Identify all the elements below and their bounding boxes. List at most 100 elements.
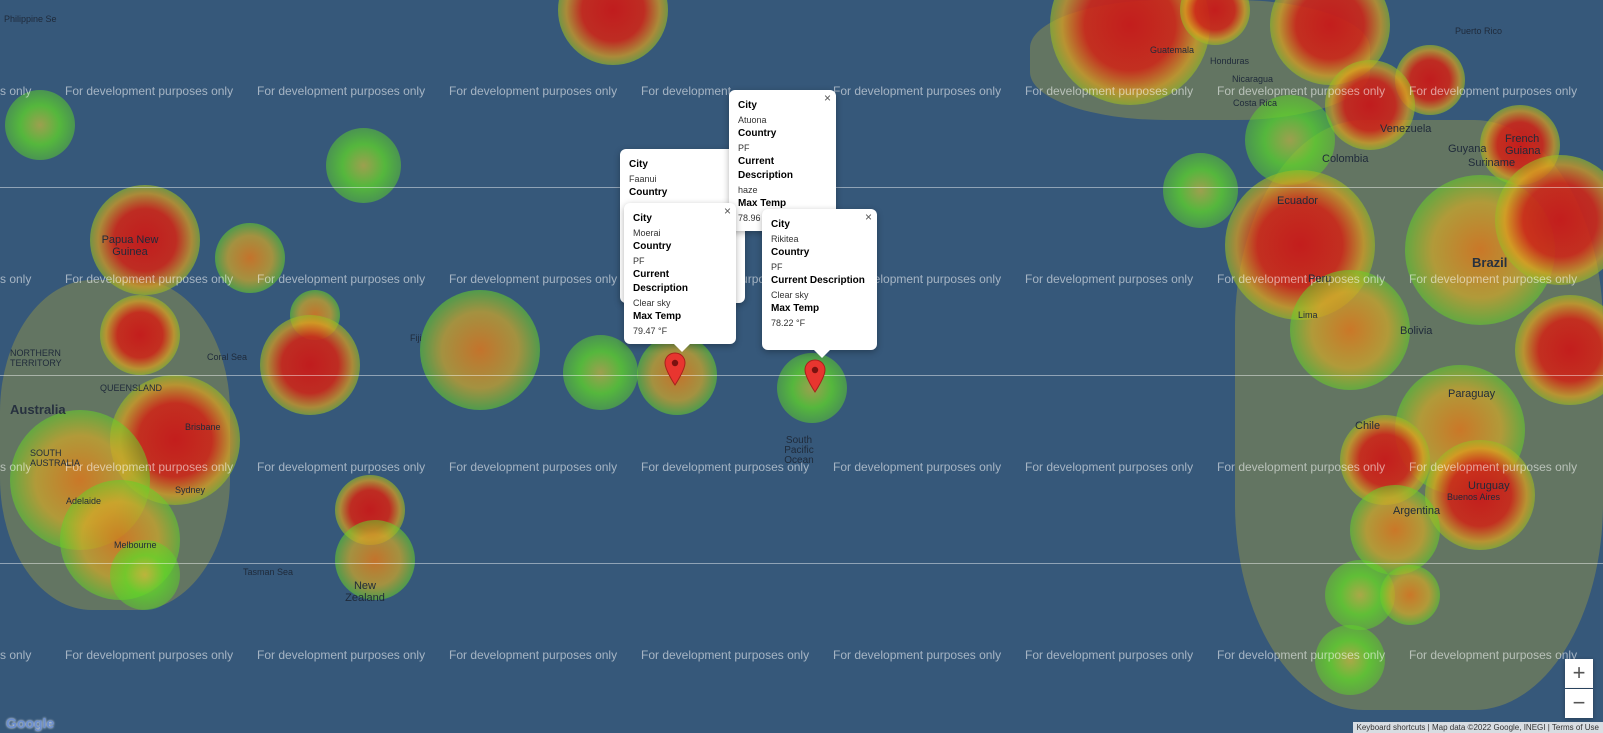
label-papua-new-guinea: Papua New Guinea <box>101 234 159 258</box>
marker-pin-rikitea[interactable] <box>803 359 827 393</box>
watermark-text: For development purposes only <box>1025 648 1194 662</box>
watermark-text: For development purposes only <box>65 460 234 474</box>
watermark-text: For development purposes only <box>1025 272 1194 286</box>
info-window-tail <box>674 344 691 352</box>
label-puerto-rico: Puerto Rico <box>1455 26 1503 36</box>
field-value: PF <box>633 256 645 266</box>
watermark-text: For development purposes only <box>833 460 1002 474</box>
watermark-text: For development purposes only <box>257 272 426 286</box>
watermark-text: For development purposes only <box>65 648 234 662</box>
label-tasman-sea: Tasman Sea <box>243 567 294 577</box>
label-costa-rica: Costa Rica <box>1233 98 1278 108</box>
label-ecuador: Ecuador <box>1277 195 1318 207</box>
google-logo[interactable]: Google <box>6 715 54 731</box>
label-sydney: Sydney <box>175 485 206 495</box>
label-buenos-aires: Buenos Aires <box>1447 492 1501 502</box>
field-label: Max Temp <box>771 303 820 314</box>
close-icon[interactable]: × <box>724 204 731 218</box>
watermark-text: For development purposes only <box>1217 272 1386 286</box>
field-label: Current Description <box>633 269 689 294</box>
label-brisbane: Brisbane <box>185 422 221 432</box>
field-label: Max Temp <box>633 311 682 322</box>
info-window-moerai[interactable]: × City Moerai Country PF Current Descrip… <box>624 203 736 352</box>
label-suriname: Suriname <box>1468 157 1516 169</box>
close-icon[interactable]: × <box>865 210 872 224</box>
watermark-text: For development purposes only <box>641 648 810 662</box>
watermark-text: For development purposes only <box>1409 648 1578 662</box>
watermark-text: For development purposes only <box>1409 460 1578 474</box>
graticule-line <box>0 375 1603 376</box>
watermark-text: For development purposes only <box>833 648 1002 662</box>
label-guyana: Guyana <box>1448 143 1487 155</box>
label-colombia: Colombia <box>1322 153 1369 165</box>
heat-blob <box>260 315 360 415</box>
label-new-zealand: New Zealand <box>345 580 385 604</box>
watermark-text: For development purposes only <box>1409 272 1578 286</box>
map-data-text: Map data ©2022 Google, INEGI <box>1431 723 1546 732</box>
watermark-text: For development purposes only <box>1217 460 1386 474</box>
label-fiji: Fiji <box>410 333 422 343</box>
info-window-rikitea[interactable]: × City Rikitea Country PF Current Descri… <box>762 209 877 358</box>
label-uruguay: Uruguay <box>1468 480 1510 492</box>
watermark-text: For development purposes only <box>449 272 618 286</box>
label-coral-sea: Coral Sea <box>207 352 248 362</box>
heat-blob <box>562 334 638 410</box>
field-value: haze <box>738 185 758 195</box>
field-value: Moerai <box>633 228 661 238</box>
marker-pin-moerai[interactable] <box>663 352 687 386</box>
field-value: Faanui <box>629 174 657 184</box>
watermark-text: s only <box>0 84 32 98</box>
label-nicaragua: Nicaragua <box>1232 74 1274 84</box>
zoom-in-button[interactable]: + <box>1565 659 1593 688</box>
field-label: City <box>633 213 652 224</box>
label-peru: Peru <box>1308 273 1332 285</box>
watermark-text: For development purposes only <box>449 84 618 98</box>
map-canvas[interactable]: s only For development purposes only For d… <box>0 0 1603 733</box>
heat-blob <box>1162 152 1238 228</box>
field-label: City <box>629 159 648 170</box>
label-chile: Chile <box>1355 420 1381 432</box>
watermark-text: For development purposes only <box>449 460 618 474</box>
watermark-text: For development purposes only <box>65 84 234 98</box>
label-south-australia: SOUTH AUSTRALIA <box>30 448 81 468</box>
heat-blob <box>1380 565 1440 625</box>
field-value: Clear sky <box>633 298 671 308</box>
field-value: 79.47 °F <box>633 326 668 336</box>
heat-blob <box>110 540 180 610</box>
info-window-tail <box>813 350 830 358</box>
watermark-text: s only <box>0 272 32 286</box>
field-label: Current Description <box>771 275 865 286</box>
attribution-bar: Keyboard shortcuts | Map data ©2022 Goog… <box>1352 722 1603 733</box>
label-south-pacific-ocean: South Pacific Ocean <box>784 435 814 466</box>
heat-blob <box>558 0 668 65</box>
watermark-text: For development purposes only <box>257 460 426 474</box>
watermark-text: For development purposes only <box>833 84 1002 98</box>
watermark-text: For development purposes only <box>1217 84 1386 98</box>
heat-blob <box>325 127 401 203</box>
heat-blob <box>100 295 180 375</box>
watermark-text: For development purposes only <box>1409 84 1578 98</box>
field-value: Rikitea <box>771 234 799 244</box>
watermark-text: For development purposes only <box>65 272 234 286</box>
label-brazil: Brazil <box>1472 255 1508 270</box>
label-adelaide: Adelaide <box>66 496 102 506</box>
field-label: Current Description <box>738 156 794 181</box>
heat-blob <box>420 290 540 410</box>
watermark-text: For development purposes only <box>257 648 426 662</box>
terms-link[interactable]: Terms of Use <box>1552 723 1599 732</box>
watermark-row: s only For development purposes only For d… <box>0 648 1603 666</box>
label-french-guiana: French Guiana <box>1505 133 1541 157</box>
label-honduras: Honduras <box>1210 56 1250 66</box>
watermark-text: s only <box>0 460 32 474</box>
label-guatemala: Guatemala <box>1150 45 1195 55</box>
label-argentina: Argentina <box>1393 505 1441 517</box>
keyboard-shortcuts-link[interactable]: Keyboard shortcuts <box>1357 723 1426 732</box>
watermark-text: For development purposes only <box>449 648 618 662</box>
label-melbourne: Melbourne <box>114 540 157 550</box>
field-value: PF <box>738 143 750 153</box>
heat-blob <box>1325 60 1415 150</box>
zoom-out-button[interactable]: − <box>1565 689 1593 718</box>
field-label: Country <box>633 241 672 252</box>
field-label: Country <box>771 247 810 258</box>
close-icon[interactable]: × <box>824 91 831 105</box>
